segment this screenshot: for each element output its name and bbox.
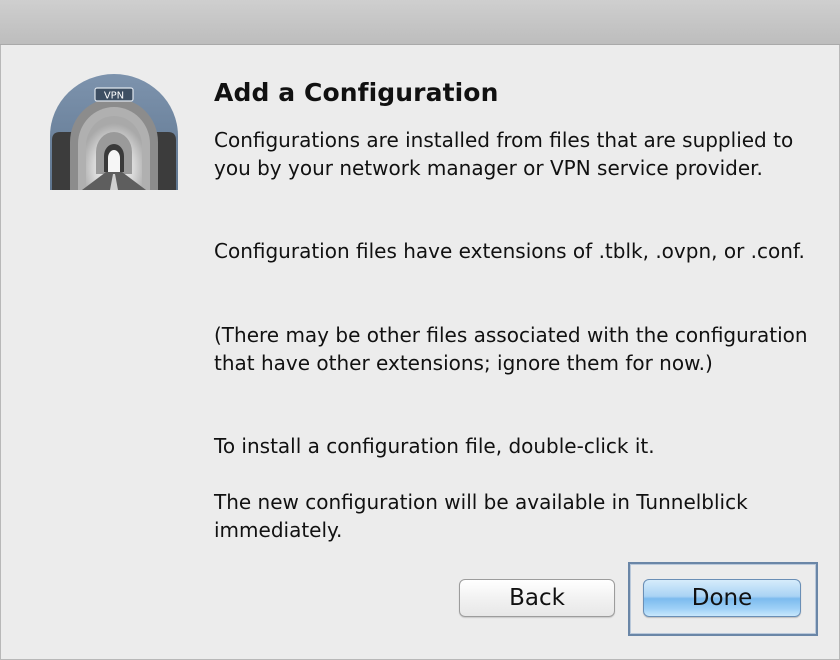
- paragraph-install-instruction: To install a configuration file, double-…: [214, 434, 655, 458]
- paragraph-install-source: Configurations are installed from files …: [214, 128, 794, 180]
- done-button[interactable]: Done: [643, 579, 801, 617]
- back-button[interactable]: Back: [459, 579, 615, 617]
- paragraph-availability: The new configuration will be available …: [214, 490, 748, 542]
- dialog-title: Add a Configuration: [214, 78, 499, 107]
- paragraph-extensions: Configuration files have extensions of .…: [214, 239, 805, 263]
- vpn-label: VPN: [104, 91, 124, 102]
- sheet-top-bar: [0, 0, 840, 45]
- configuration-dialog: VPN Add a Configuration Configurations a…: [0, 0, 840, 660]
- tunnelblick-vpn-tunnel-icon: VPN: [50, 74, 178, 190]
- paragraph-other-files: (There may be other files associated wit…: [214, 323, 808, 375]
